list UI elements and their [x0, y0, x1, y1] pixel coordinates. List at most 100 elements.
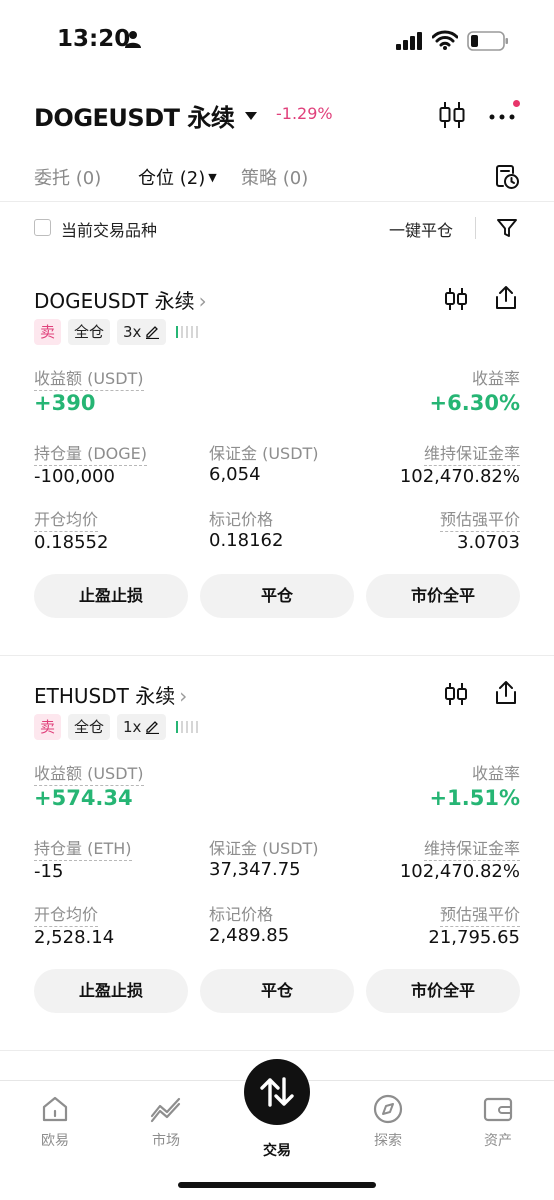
- position-pair: ETHUSDT 永续: [34, 684, 176, 708]
- current-pair-checkbox[interactable]: [34, 219, 51, 236]
- pnl-value: +574.34: [34, 786, 133, 810]
- candlestick-chart-icon[interactable]: [438, 100, 466, 130]
- caret-down-icon[interactable]: [243, 110, 259, 122]
- current-pair-label[interactable]: 当前交易品种: [61, 217, 157, 241]
- tab-positions-label: 仓位 (2): [138, 168, 206, 189]
- leverage-badge[interactable]: 3x: [117, 319, 167, 345]
- filter-icon[interactable]: [496, 217, 518, 239]
- signal-icon: [396, 32, 422, 50]
- divider: [0, 201, 554, 202]
- liq-price-value: 3.0703: [457, 532, 520, 553]
- tp-sl-button[interactable]: 止盈止损: [34, 574, 188, 618]
- chevron-right-icon: ›: [179, 684, 188, 708]
- margin-value: 37,347.75: [209, 859, 301, 880]
- trade-swap-icon: [260, 1077, 294, 1107]
- home-indicator: [178, 1182, 376, 1188]
- history-icon[interactable]: [494, 164, 520, 190]
- divider: [0, 1050, 554, 1051]
- nav-trade[interactable]: 交易: [237, 1138, 317, 1160]
- position-title[interactable]: ETHUSDT 永续 ›: [34, 680, 187, 709]
- close-all-button[interactable]: 一键平仓: [389, 217, 453, 241]
- liq-price-label[interactable]: 预估强平价: [439, 901, 520, 927]
- trade-button[interactable]: [244, 1059, 310, 1125]
- person-icon: [125, 31, 141, 48]
- leverage-badge[interactable]: 1x: [117, 714, 167, 740]
- tp-sl-button[interactable]: 止盈止损: [34, 969, 188, 1013]
- close-position-button[interactable]: 平仓: [200, 969, 354, 1013]
- candlestick-chart-icon[interactable]: [444, 682, 468, 706]
- leverage-value: 1x: [123, 718, 142, 736]
- size-label[interactable]: 持仓量 (ETH): [34, 835, 132, 861]
- margin-label: 保证金 (USDT): [209, 444, 319, 463]
- market-close-button[interactable]: 市价全平: [366, 574, 520, 618]
- edit-icon: [146, 326, 160, 339]
- nav-trade-label: 交易: [263, 1143, 291, 1159]
- wallet-icon: [483, 1097, 513, 1122]
- margin-mode-badge: 全仓: [68, 714, 111, 740]
- pnl-label[interactable]: 收益额 (USDT): [34, 365, 144, 391]
- margin-value: 6,054: [209, 464, 261, 485]
- mmr-label[interactable]: 维持保证金率: [423, 440, 520, 466]
- liq-price-value: 21,795.65: [428, 927, 520, 948]
- pnl-label[interactable]: 收益额 (USDT): [34, 760, 144, 786]
- close-position-button[interactable]: 平仓: [200, 574, 354, 618]
- size-value: -15: [34, 861, 64, 882]
- position-card: DOGEUSDT 永续 › 卖 全仓 3x 收益额 (USDT) +390 收益率…: [0, 285, 554, 680]
- leverage-value: 3x: [123, 323, 142, 341]
- pair-header: DOGEUSDT 永续 -1.29%: [0, 88, 554, 140]
- nav-home-label: 欧易: [41, 1133, 69, 1149]
- order-tabs: 委托 (0) 仓位 (2) ▼ 策略 (0): [0, 156, 554, 196]
- mark-price-value: 2,489.85: [209, 925, 290, 946]
- candlestick-chart-icon[interactable]: [444, 287, 468, 311]
- pnl-value: +390: [34, 391, 96, 415]
- mmr-value: 102,470.82%: [399, 861, 520, 882]
- entry-price-label[interactable]: 开仓均价: [34, 506, 99, 532]
- position-pair: DOGEUSDT 永续: [34, 289, 195, 313]
- mmr-label[interactable]: 维持保证金率: [423, 835, 520, 861]
- size-label[interactable]: 持仓量 (DOGE): [34, 440, 147, 466]
- home-icon: [42, 1096, 68, 1122]
- roe-label: 收益率: [471, 764, 520, 783]
- position-title[interactable]: DOGEUSDT 永续 ›: [34, 285, 207, 314]
- compass-icon: [373, 1094, 403, 1124]
- pair-title[interactable]: DOGEUSDT 永续: [34, 98, 235, 133]
- nav-discover-label: 探索: [374, 1133, 402, 1149]
- roe-label: 收益率: [471, 369, 520, 388]
- wifi-icon: [432, 30, 458, 50]
- side-badge: 卖: [34, 714, 62, 740]
- mark-price-label: 标记价格: [209, 905, 274, 924]
- notification-dot: [513, 100, 520, 107]
- side-badge: 卖: [34, 319, 62, 345]
- liq-price-label[interactable]: 预估强平价: [439, 506, 520, 532]
- nav-assets[interactable]: 资产: [458, 1094, 538, 1150]
- entry-price-value: 2,528.14: [34, 927, 115, 948]
- entry-price-value: 0.18552: [34, 532, 109, 553]
- market-chart-icon: [150, 1097, 181, 1123]
- nav-assets-label: 资产: [484, 1133, 512, 1149]
- price-change: -1.29%: [276, 104, 333, 123]
- margin-mode-badge: 全仓: [68, 319, 111, 345]
- size-value: -100,000: [34, 466, 115, 487]
- more-icon[interactable]: [488, 100, 520, 130]
- mark-price-label: 标记价格: [209, 510, 274, 529]
- divider: [475, 217, 476, 239]
- nav-discover[interactable]: 探索: [348, 1094, 428, 1150]
- chevron-right-icon: ›: [198, 289, 207, 313]
- edit-icon: [146, 721, 160, 734]
- share-icon[interactable]: [494, 285, 518, 311]
- nav-market[interactable]: 市场: [126, 1094, 206, 1150]
- caret-down-icon: ▼: [208, 171, 217, 184]
- market-close-button[interactable]: 市价全平: [366, 969, 520, 1013]
- roe-value: +1.51%: [429, 786, 520, 810]
- roe-value: +6.30%: [429, 391, 520, 415]
- nav-home[interactable]: 欧易: [15, 1094, 95, 1150]
- status-bar: 13:20: [0, 0, 554, 80]
- position-card: ETHUSDT 永续 › 卖 全仓 1x 收益额 (USDT) +574.34 收…: [0, 680, 554, 1075]
- battery-icon: [467, 31, 508, 51]
- entry-price-label[interactable]: 开仓均价: [34, 901, 99, 927]
- tab-positions[interactable]: 仓位 (2) ▼: [138, 164, 217, 190]
- tab-strategies[interactable]: 策略 (0): [241, 164, 308, 190]
- divider: [0, 655, 554, 656]
- tab-orders[interactable]: 委托 (0): [34, 164, 101, 190]
- share-icon[interactable]: [494, 680, 518, 706]
